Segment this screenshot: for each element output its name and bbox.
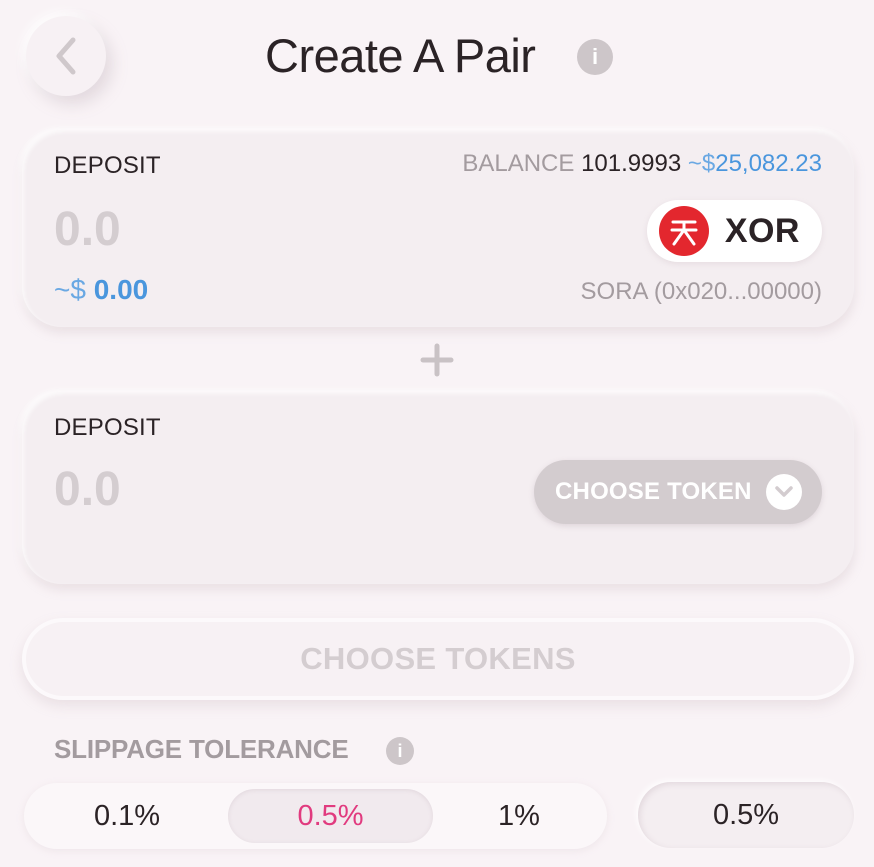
first-amount-input[interactable]: 0.0 [54,202,121,257]
balance-fiat-prefix: ~$ [687,150,716,177]
choose-tokens-button[interactable]: CHOOSE TOKENS [22,618,854,700]
first-deposit-card: DEPOSIT BALANCE 101.9993 ~$25,082.23 0.0… [22,130,854,327]
slippage-option-0-1[interactable]: 0.1% [30,789,224,843]
choose-token-label: CHOOSE TOKEN [555,478,752,505]
slippage-options: 0.1% 0.5% 1% [24,783,607,849]
first-fiat-value: ~$ 0.00 [54,274,148,306]
token-symbol: XOR [724,211,800,250]
info-icon[interactable]: i [577,39,613,75]
xor-token-selector[interactable]: XOR [646,200,822,262]
chevron-left-icon [56,37,76,75]
choose-tokens-label: CHOOSE TOKENS [300,641,576,676]
xor-logo-icon [658,206,709,256]
second-deposit-card: DEPOSIT 0.0 CHOOSE TOKEN [22,392,854,584]
fiat-amount: 0.00 [93,274,149,305]
page-title: Create A Pair [265,29,536,82]
deposit-label: DEPOSIT [54,414,161,441]
deposit-label: DEPOSIT [54,152,161,179]
chevron-down-icon [765,474,802,510]
slippage-title: SLIPPAGE TOLERANCE [54,734,349,764]
info-icon[interactable]: i [386,737,414,765]
balance-value[interactable]: 101.9993 [581,150,681,177]
balance-label: BALANCE [462,150,575,177]
fiat-prefix: ~$ [54,274,86,305]
slippage-option-1[interactable]: 1% [437,789,601,843]
slippage-custom-input[interactable]: 0.5% [638,782,854,848]
choose-token-button[interactable]: CHOOSE TOKEN [534,460,822,524]
token-address: SORA (0x020...00000) [580,278,822,305]
second-amount-input[interactable]: 0.0 [54,462,121,517]
slippage-option-0-5[interactable]: 0.5% [228,789,433,843]
plus-icon [420,343,454,377]
balance-row: BALANCE 101.9993 ~$25,082.23 [462,150,822,178]
back-button[interactable] [26,16,106,96]
balance-fiat-value: 25,082.23 [715,150,822,177]
